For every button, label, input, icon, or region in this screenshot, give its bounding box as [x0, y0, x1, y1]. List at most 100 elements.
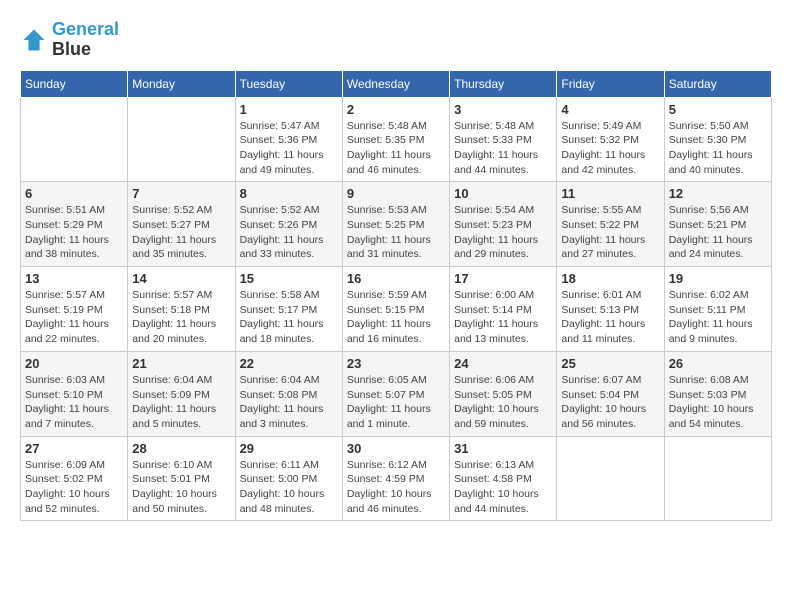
- calendar-cell: 18 Sunrise: 6:01 AM Sunset: 5:13 PM Dayli…: [557, 267, 664, 352]
- calendar-week-3: 13 Sunrise: 5:57 AM Sunset: 5:19 PM Dayli…: [21, 267, 772, 352]
- day-number: 22: [240, 356, 338, 371]
- logo: General Blue: [20, 20, 119, 60]
- day-number: 20: [25, 356, 123, 371]
- day-info: Sunrise: 6:08 AM Sunset: 5:03 PM Dayligh…: [669, 373, 767, 432]
- day-number: 2: [347, 102, 445, 117]
- page-header: General Blue: [20, 20, 772, 60]
- calendar-week-1: 1 Sunrise: 5:47 AM Sunset: 5:36 PM Daylig…: [21, 97, 772, 182]
- calendar-cell: 26 Sunrise: 6:08 AM Sunset: 5:03 PM Dayli…: [664, 351, 771, 436]
- calendar-cell: [21, 97, 128, 182]
- calendar-cell: 13 Sunrise: 5:57 AM Sunset: 5:19 PM Dayli…: [21, 267, 128, 352]
- weekday-header-saturday: Saturday: [664, 70, 771, 97]
- calendar-cell: 30 Sunrise: 6:12 AM Sunset: 4:59 PM Dayli…: [342, 436, 449, 521]
- calendar-cell: 16 Sunrise: 5:59 AM Sunset: 5:15 PM Dayli…: [342, 267, 449, 352]
- day-info: Sunrise: 5:47 AM Sunset: 5:36 PM Dayligh…: [240, 119, 338, 178]
- calendar-week-4: 20 Sunrise: 6:03 AM Sunset: 5:10 PM Dayli…: [21, 351, 772, 436]
- calendar-cell: [557, 436, 664, 521]
- day-info: Sunrise: 6:03 AM Sunset: 5:10 PM Dayligh…: [25, 373, 123, 432]
- day-number: 29: [240, 441, 338, 456]
- day-number: 27: [25, 441, 123, 456]
- calendar-week-5: 27 Sunrise: 6:09 AM Sunset: 5:02 PM Dayli…: [21, 436, 772, 521]
- day-info: Sunrise: 5:48 AM Sunset: 5:35 PM Dayligh…: [347, 119, 445, 178]
- calendar-cell: 29 Sunrise: 6:11 AM Sunset: 5:00 PM Dayli…: [235, 436, 342, 521]
- day-number: 21: [132, 356, 230, 371]
- day-info: Sunrise: 5:54 AM Sunset: 5:23 PM Dayligh…: [454, 203, 552, 262]
- calendar-cell: 24Sunrise: 6:06 AM Sunset: 5:05 PM Dayli…: [450, 351, 557, 436]
- day-info: Sunrise: 5:49 AM Sunset: 5:32 PM Dayligh…: [561, 119, 659, 178]
- day-info: Sunrise: 5:51 AM Sunset: 5:29 PM Dayligh…: [25, 203, 123, 262]
- calendar-cell: 21 Sunrise: 6:04 AM Sunset: 5:09 PM Dayli…: [128, 351, 235, 436]
- weekday-header-monday: Monday: [128, 70, 235, 97]
- day-info: Sunrise: 6:01 AM Sunset: 5:13 PM Dayligh…: [561, 288, 659, 347]
- calendar-week-2: 6 Sunrise: 5:51 AM Sunset: 5:29 PM Daylig…: [21, 182, 772, 267]
- logo-icon: [20, 26, 48, 54]
- weekday-header-wednesday: Wednesday: [342, 70, 449, 97]
- day-number: 23: [347, 356, 445, 371]
- calendar-cell: 28Sunrise: 6:10 AM Sunset: 5:01 PM Dayli…: [128, 436, 235, 521]
- calendar-cell: 17 Sunrise: 6:00 AM Sunset: 5:14 PM Dayli…: [450, 267, 557, 352]
- calendar-cell: [664, 436, 771, 521]
- day-number: 15: [240, 271, 338, 286]
- day-number: 17: [454, 271, 552, 286]
- calendar-cell: 6 Sunrise: 5:51 AM Sunset: 5:29 PM Daylig…: [21, 182, 128, 267]
- day-info: Sunrise: 6:04 AM Sunset: 5:09 PM Dayligh…: [132, 373, 230, 432]
- day-number: 30: [347, 441, 445, 456]
- day-info: Sunrise: 5:50 AM Sunset: 5:30 PM Dayligh…: [669, 119, 767, 178]
- day-info: Sunrise: 6:02 AM Sunset: 5:11 PM Dayligh…: [669, 288, 767, 347]
- day-info: Sunrise: 6:00 AM Sunset: 5:14 PM Dayligh…: [454, 288, 552, 347]
- day-info: Sunrise: 6:09 AM Sunset: 5:02 PM Dayligh…: [25, 458, 123, 517]
- calendar-table: SundayMondayTuesdayWednesdayThursdayFrid…: [20, 70, 772, 522]
- calendar-cell: 2 Sunrise: 5:48 AM Sunset: 5:35 PM Daylig…: [342, 97, 449, 182]
- calendar-cell: 27 Sunrise: 6:09 AM Sunset: 5:02 PM Dayli…: [21, 436, 128, 521]
- day-info: Sunrise: 5:58 AM Sunset: 5:17 PM Dayligh…: [240, 288, 338, 347]
- calendar-cell: 11Sunrise: 5:55 AM Sunset: 5:22 PM Dayli…: [557, 182, 664, 267]
- calendar-cell: 25 Sunrise: 6:07 AM Sunset: 5:04 PM Dayli…: [557, 351, 664, 436]
- day-number: 25: [561, 356, 659, 371]
- day-info: Sunrise: 6:07 AM Sunset: 5:04 PM Dayligh…: [561, 373, 659, 432]
- day-info: Sunrise: 6:04 AM Sunset: 5:08 PM Dayligh…: [240, 373, 338, 432]
- day-info: Sunrise: 5:52 AM Sunset: 5:26 PM Dayligh…: [240, 203, 338, 262]
- calendar-cell: 1 Sunrise: 5:47 AM Sunset: 5:36 PM Daylig…: [235, 97, 342, 182]
- calendar-cell: 22 Sunrise: 6:04 AM Sunset: 5:08 PM Dayli…: [235, 351, 342, 436]
- day-number: 8: [240, 186, 338, 201]
- day-info: Sunrise: 5:48 AM Sunset: 5:33 PM Dayligh…: [454, 119, 552, 178]
- calendar-cell: 19 Sunrise: 6:02 AM Sunset: 5:11 PM Dayli…: [664, 267, 771, 352]
- calendar-cell: 15 Sunrise: 5:58 AM Sunset: 5:17 PM Dayli…: [235, 267, 342, 352]
- weekday-header-tuesday: Tuesday: [235, 70, 342, 97]
- calendar-cell: 31 Sunrise: 6:13 AM Sunset: 4:58 PM Dayli…: [450, 436, 557, 521]
- day-info: Sunrise: 5:57 AM Sunset: 5:18 PM Dayligh…: [132, 288, 230, 347]
- calendar-cell: 10Sunrise: 5:54 AM Sunset: 5:23 PM Dayli…: [450, 182, 557, 267]
- day-info: Sunrise: 6:12 AM Sunset: 4:59 PM Dayligh…: [347, 458, 445, 517]
- day-number: 3: [454, 102, 552, 117]
- calendar-cell: [128, 97, 235, 182]
- calendar-cell: 9 Sunrise: 5:53 AM Sunset: 5:25 PM Daylig…: [342, 182, 449, 267]
- day-number: 19: [669, 271, 767, 286]
- day-number: 6: [25, 186, 123, 201]
- day-info: Sunrise: 5:59 AM Sunset: 5:15 PM Dayligh…: [347, 288, 445, 347]
- day-info: Sunrise: 5:53 AM Sunset: 5:25 PM Dayligh…: [347, 203, 445, 262]
- day-info: Sunrise: 5:56 AM Sunset: 5:21 PM Dayligh…: [669, 203, 767, 262]
- weekday-header-friday: Friday: [557, 70, 664, 97]
- weekday-header-thursday: Thursday: [450, 70, 557, 97]
- day-info: Sunrise: 6:13 AM Sunset: 4:58 PM Dayligh…: [454, 458, 552, 517]
- day-info: Sunrise: 5:57 AM Sunset: 5:19 PM Dayligh…: [25, 288, 123, 347]
- day-number: 4: [561, 102, 659, 117]
- day-number: 7: [132, 186, 230, 201]
- day-info: Sunrise: 6:11 AM Sunset: 5:00 PM Dayligh…: [240, 458, 338, 517]
- day-number: 12: [669, 186, 767, 201]
- day-number: 31: [454, 441, 552, 456]
- day-info: Sunrise: 5:55 AM Sunset: 5:22 PM Dayligh…: [561, 203, 659, 262]
- day-number: 1: [240, 102, 338, 117]
- calendar-cell: 4 Sunrise: 5:49 AM Sunset: 5:32 PM Daylig…: [557, 97, 664, 182]
- day-number: 28: [132, 441, 230, 456]
- day-number: 13: [25, 271, 123, 286]
- calendar-cell: 8 Sunrise: 5:52 AM Sunset: 5:26 PM Daylig…: [235, 182, 342, 267]
- day-number: 16: [347, 271, 445, 286]
- day-number: 18: [561, 271, 659, 286]
- logo-text: General Blue: [52, 20, 119, 60]
- day-number: 14: [132, 271, 230, 286]
- day-number: 24: [454, 356, 552, 371]
- day-number: 9: [347, 186, 445, 201]
- calendar-cell: 3 Sunrise: 5:48 AM Sunset: 5:33 PM Daylig…: [450, 97, 557, 182]
- day-number: 26: [669, 356, 767, 371]
